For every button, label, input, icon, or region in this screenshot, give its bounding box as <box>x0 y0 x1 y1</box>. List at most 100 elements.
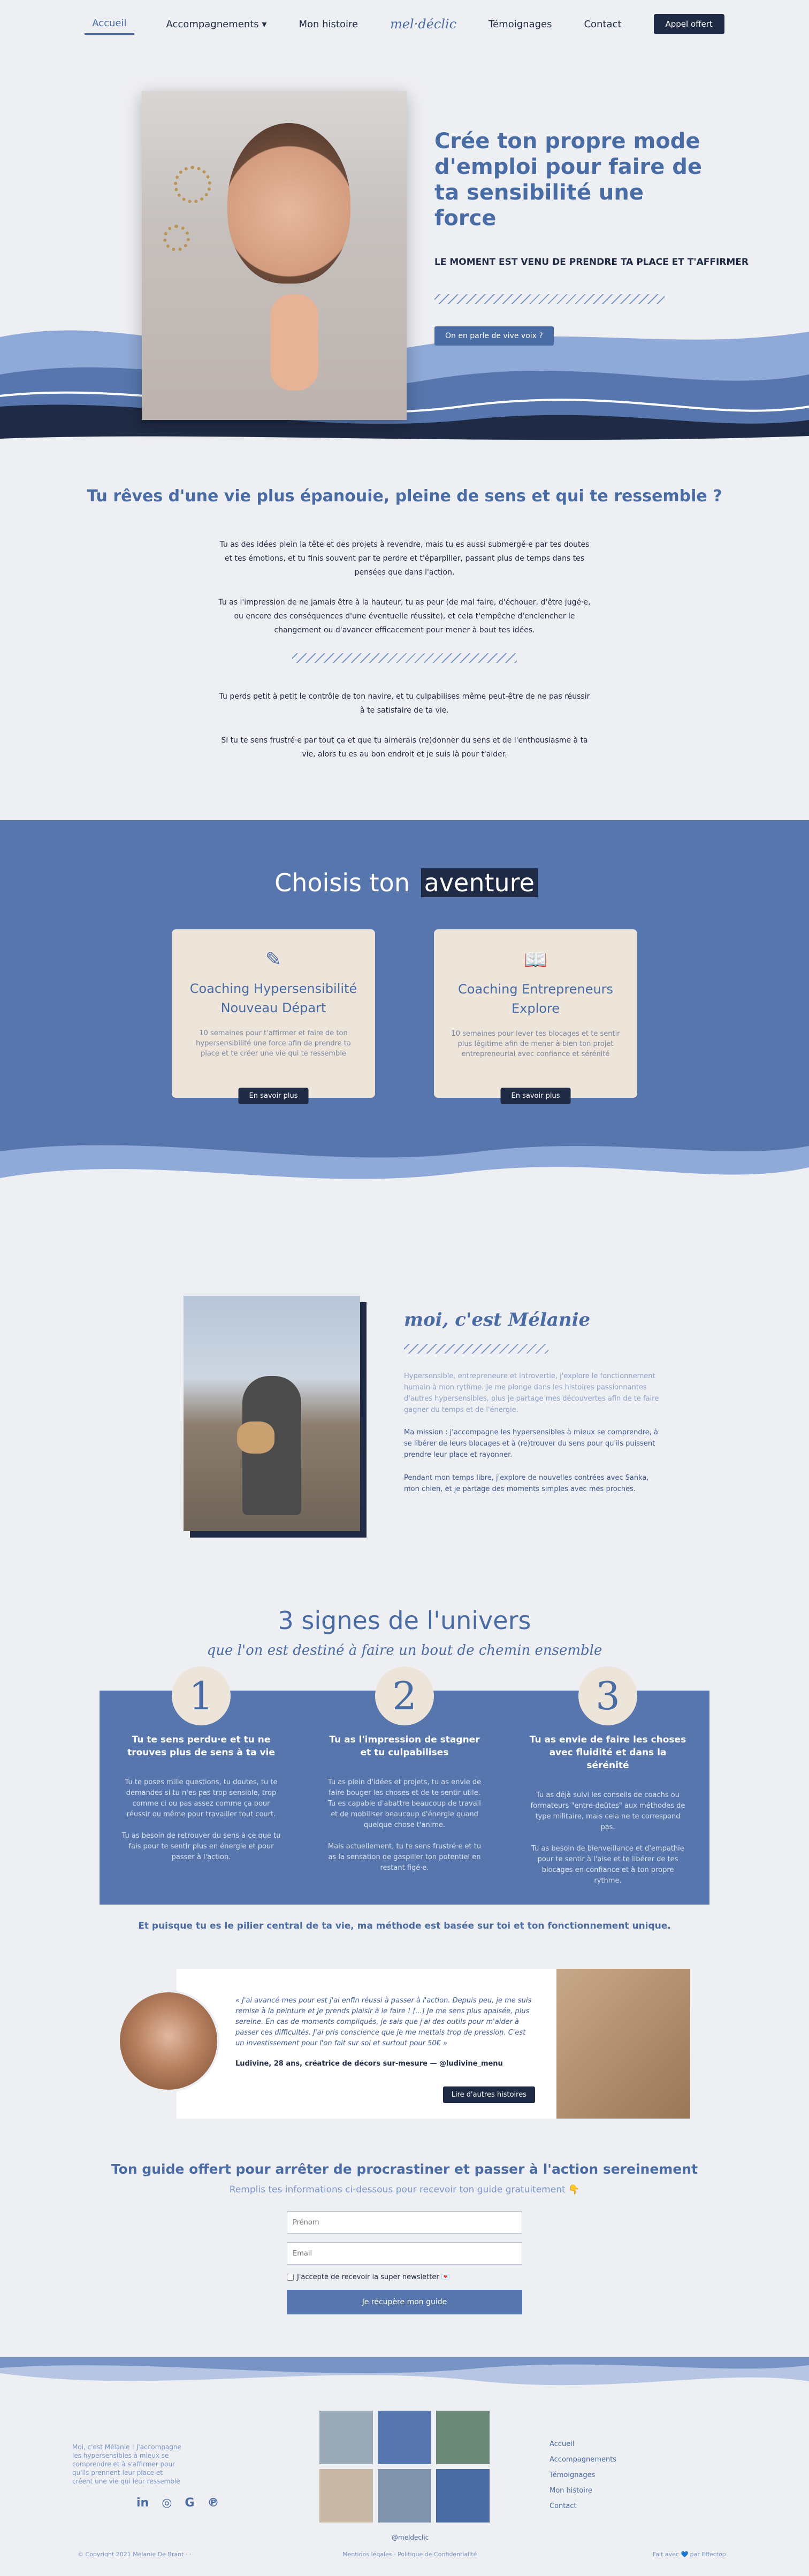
dreams-title: Tu rêves d'une vie plus épanouie, pleine… <box>87 487 722 506</box>
zigzag-divider <box>292 653 517 663</box>
testimonial-avatar <box>118 1990 219 2092</box>
legal-links[interactable]: Mentions légales · Politique de Confiden… <box>342 2551 477 2558</box>
newsletter-consent-label: J'accepte de recevoir la super newslette… <box>297 2273 451 2281</box>
nav-accompagnements[interactable]: Accompagnements ▾ <box>166 19 267 30</box>
dreams-section: Tu rêves d'une vie plus épanouie, pleine… <box>0 455 809 820</box>
newsletter-consent[interactable]: J'accepte de recevoir la super newslette… <box>287 2273 522 2281</box>
sign-text: Tu as plein d'idées et projets, tu as en… <box>327 1778 482 1829</box>
footer: Moi, c'est Mélanie ! J'accompagne les hy… <box>0 2357 809 2566</box>
social-links: in ◎ G ℗ <box>136 2496 219 2510</box>
instagram-post[interactable] <box>319 2411 373 2464</box>
brand-logo[interactable]: mel·déclic <box>390 17 456 32</box>
instagram-post[interactable] <box>436 2411 490 2464</box>
zigzag-divider <box>434 294 665 304</box>
guide-section: Ton guide offert pour arrêter de procras… <box>0 2129 809 2357</box>
footer-link-temoignages[interactable]: Témoignages <box>549 2471 616 2479</box>
dreams-paragraph-4: Si tu te sens frustré·e par tout ça et q… <box>221 736 588 759</box>
about-paragraph-3: Pendant mon temps libre, j'explore de no… <box>404 1474 649 1493</box>
footer-menu: Accueil Accompagnements Témoignages Mon … <box>549 2440 616 2518</box>
sun-mirror-decoration <box>174 166 211 203</box>
sign-text: Tu as besoin de retrouver du sens à ce q… <box>121 1832 281 1861</box>
offer-cards: ✎ Coaching Hypersensibilité Nouveau Dépa… <box>0 929 809 1104</box>
en-savoir-plus-button[interactable]: En savoir plus <box>500 1088 571 1104</box>
instagram-post[interactable] <box>378 2469 431 2523</box>
zigzag-divider <box>404 1344 548 1354</box>
appel-offert-button[interactable]: Appel offert <box>653 14 724 34</box>
en-savoir-plus-button[interactable]: En savoir plus <box>238 1088 309 1104</box>
book-icon: 📖 <box>523 949 548 971</box>
instagram-post[interactable] <box>436 2469 490 2523</box>
hero-portrait-image <box>142 91 407 420</box>
nav-accueil[interactable]: Accueil <box>85 13 134 35</box>
footer-link-contact[interactable]: Contact <box>549 2502 616 2510</box>
top-navigation: Accueil Accompagnements ▾ Mon histoire m… <box>0 0 809 48</box>
nav-accompagnements-label: Accompagnements <box>166 18 259 30</box>
sign-text: Tu te poses mille questions, tu doutes, … <box>125 1778 278 1818</box>
instagram-icon[interactable]: ◎ <box>162 2496 172 2510</box>
sun-mirror-decoration-small <box>163 225 190 251</box>
sign-title: Tu as l'impression de stagner et tu culp… <box>329 1734 480 1758</box>
newsletter-checkbox[interactable] <box>287 2274 294 2281</box>
testimonial-author: Ludivine, 28 ans, créatrice de décors su… <box>235 2060 503 2068</box>
footer-link-accueil[interactable]: Accueil <box>549 2440 616 2448</box>
google-icon[interactable]: G <box>185 2496 194 2510</box>
hero-section: Crée ton propre mode d'emploi pour faire… <box>0 48 809 455</box>
instagram-grid <box>319 2411 490 2523</box>
footer-description: Moi, c'est Mélanie ! J'accompagne les hy… <box>72 2443 181 2485</box>
about-paragraph-2: Ma mission : j'accompagne les hypersensi… <box>404 1428 658 1459</box>
first-name-field[interactable] <box>287 2211 522 2234</box>
portrait-hand <box>270 294 318 391</box>
adventure-title-a: Choisis ton <box>274 868 410 897</box>
sign-text: Tu as déjà suivi les conseils de coachs … <box>530 1791 685 1831</box>
sign-text: Tu as besoin de bienveillance et d'empat… <box>531 1845 684 1885</box>
get-guide-button[interactable]: Je récupère mon guide <box>287 2290 522 2314</box>
sign-text: Mais actuellement, tu te sens frustré·e … <box>327 1843 482 1872</box>
offer-card-title: Coaching Hypersensibilité Nouveau Départ <box>189 981 357 1015</box>
adventure-title-b: aventure <box>421 868 538 897</box>
signs-subtitle: que l'on est destiné à faire un bout de … <box>207 1642 602 1658</box>
offer-card-title: Coaching Entrepreneurs Explore <box>457 982 614 1016</box>
signs-tagline: Et puisque tu es le pilier central de ta… <box>138 1921 671 1931</box>
email-field[interactable] <box>287 2242 522 2265</box>
hero-cta-button[interactable]: On en parle de vive voix ? <box>434 326 554 346</box>
sign-number: 1 <box>172 1667 231 1725</box>
footer-link-accompagnements[interactable]: Accompagnements <box>549 2456 616 2464</box>
footer-wave <box>0 2357 809 2386</box>
instagram-handle[interactable]: @meldeclic <box>392 2534 429 2541</box>
testimonial-artwork-image <box>556 1969 690 2119</box>
footer-link-mon-histoire[interactable]: Mon histoire <box>549 2487 616 2495</box>
about-title: moi, c'est Mélanie <box>404 1309 591 1331</box>
testimonial-card: « J'ai avancé mes pour est j'ai enfin ré… <box>177 1969 556 2119</box>
hero-subtitle: LE MOMENT EST VENU DE PRENDRE TA PLACE E… <box>434 257 749 267</box>
copyright: © Copyright 2021 Mélanie De Brant · · <box>78 2551 192 2558</box>
adventure-section: Choisis ton aventure ✎ Coaching Hypersen… <box>0 820 809 1216</box>
guide-form: J'accepte de recevoir la super newslette… <box>287 2211 522 2314</box>
read-more-stories-button[interactable]: Lire d'autres histoires <box>442 2086 535 2103</box>
sign-item: 1 Tu te sens perdu·e et tu ne trouves pl… <box>100 1667 303 1905</box>
portrait-face <box>227 123 350 284</box>
offer-card-text: 10 semaines pour lever tes blocages et t… <box>451 1030 620 1058</box>
adventure-title: Choisis ton aventure <box>0 868 809 897</box>
pinterest-icon[interactable]: ℗ <box>207 2496 219 2510</box>
nav-temoignages[interactable]: Témoignages <box>489 19 552 30</box>
nav-contact[interactable]: Contact <box>584 19 621 30</box>
sign-title: Tu te sens perdu·e et tu ne trouves plus… <box>127 1734 275 1758</box>
dreams-paragraph-1: Tu as des idées plein la tête et des pro… <box>219 540 590 577</box>
sign-title: Tu as envie de faire les choses avec flu… <box>529 1734 686 1771</box>
offer-card-text: 10 semaines pour t'affirmer et faire de … <box>196 1029 351 1058</box>
instagram-post[interactable] <box>319 2469 373 2523</box>
offer-card-hypersensibilite[interactable]: ✎ Coaching Hypersensibilité Nouveau Dépa… <box>172 929 375 1104</box>
made-by: Fait avec 💙 par Effectop <box>653 2551 726 2558</box>
offer-card-entrepreneurs[interactable]: 📖 Coaching Entrepreneurs Explore 10 sema… <box>434 929 637 1104</box>
hero-title: Crée ton propre mode d'emploi pour faire… <box>434 129 703 231</box>
pencil-icon: ✎ <box>265 949 282 970</box>
instagram-post[interactable] <box>378 2411 431 2464</box>
sign-item: 2 Tu as l'impression de stagner et tu cu… <box>303 1667 506 1905</box>
linkedin-icon[interactable]: in <box>136 2496 149 2510</box>
photo-dog <box>237 1421 274 1454</box>
signs-box: 1 Tu te sens perdu·e et tu ne trouves pl… <box>100 1667 709 1905</box>
sign-number: 3 <box>578 1667 637 1725</box>
nav-mon-histoire[interactable]: Mon histoire <box>299 19 358 30</box>
chevron-down-icon: ▾ <box>262 18 267 30</box>
guide-subtitle: Remplis tes informations ci-dessous pour… <box>229 2184 580 2195</box>
